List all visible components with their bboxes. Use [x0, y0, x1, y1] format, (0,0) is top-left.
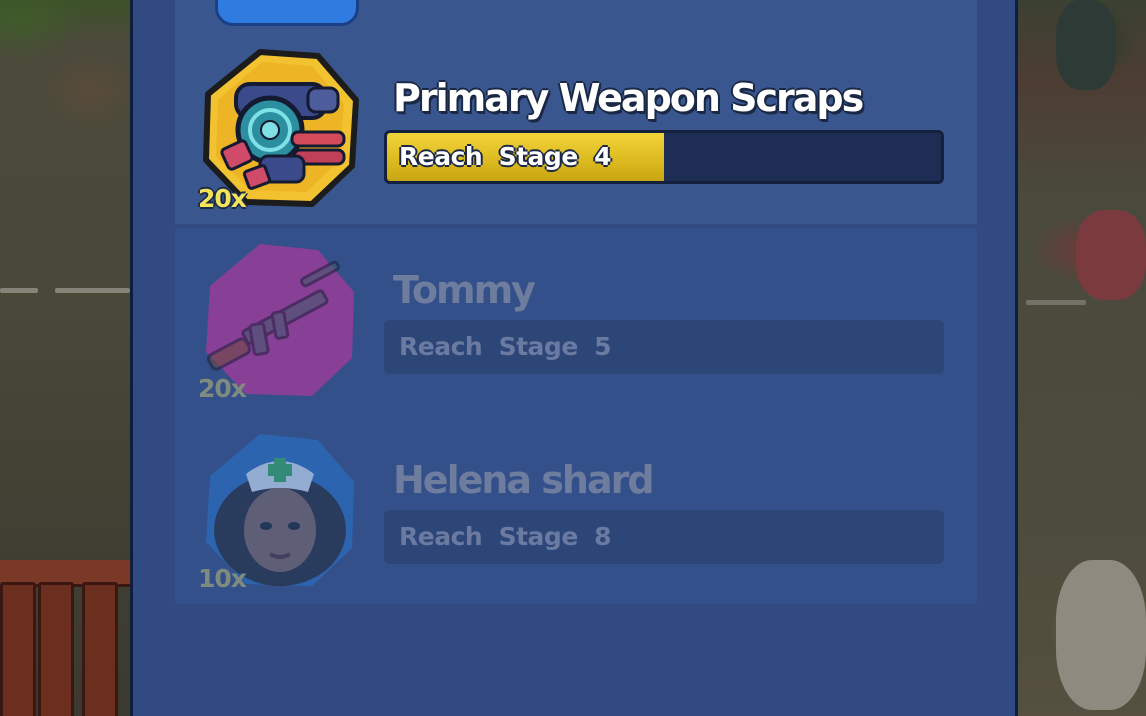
road-marking	[55, 288, 130, 293]
requirement-label: Reach Stage 5	[399, 332, 612, 361]
reward-title: Primary Weapon Scraps	[393, 76, 864, 120]
road-marking	[1026, 300, 1086, 305]
debris-object	[1056, 560, 1146, 710]
road-marking	[0, 288, 38, 293]
zombie-figure	[1076, 210, 1146, 300]
previous-reward-icon	[215, 0, 359, 26]
reward-quantity: 20x	[198, 374, 247, 403]
zombie-figure	[1056, 0, 1116, 90]
requirement-label: Reach Stage 4	[399, 142, 612, 171]
requirement-label: Reach Stage 8	[399, 522, 612, 551]
game-background-left	[0, 0, 132, 716]
reward-title: Tommy	[393, 268, 536, 312]
reward-quantity: 20x	[198, 184, 247, 213]
stage-progress-bar: Reach Stage 4	[384, 130, 944, 184]
game-background-right	[1016, 0, 1146, 716]
game-scene: 20x Primary Weapon Scraps Reach Stage 4 …	[0, 0, 1146, 716]
reward-quantity: 10x	[198, 564, 247, 593]
stage-progress-bar: Reach Stage 8	[384, 510, 944, 564]
fence-decoration	[0, 560, 132, 716]
reward-title: Helena shard	[393, 458, 655, 502]
stage-progress-bar: Reach Stage 5	[384, 320, 944, 374]
